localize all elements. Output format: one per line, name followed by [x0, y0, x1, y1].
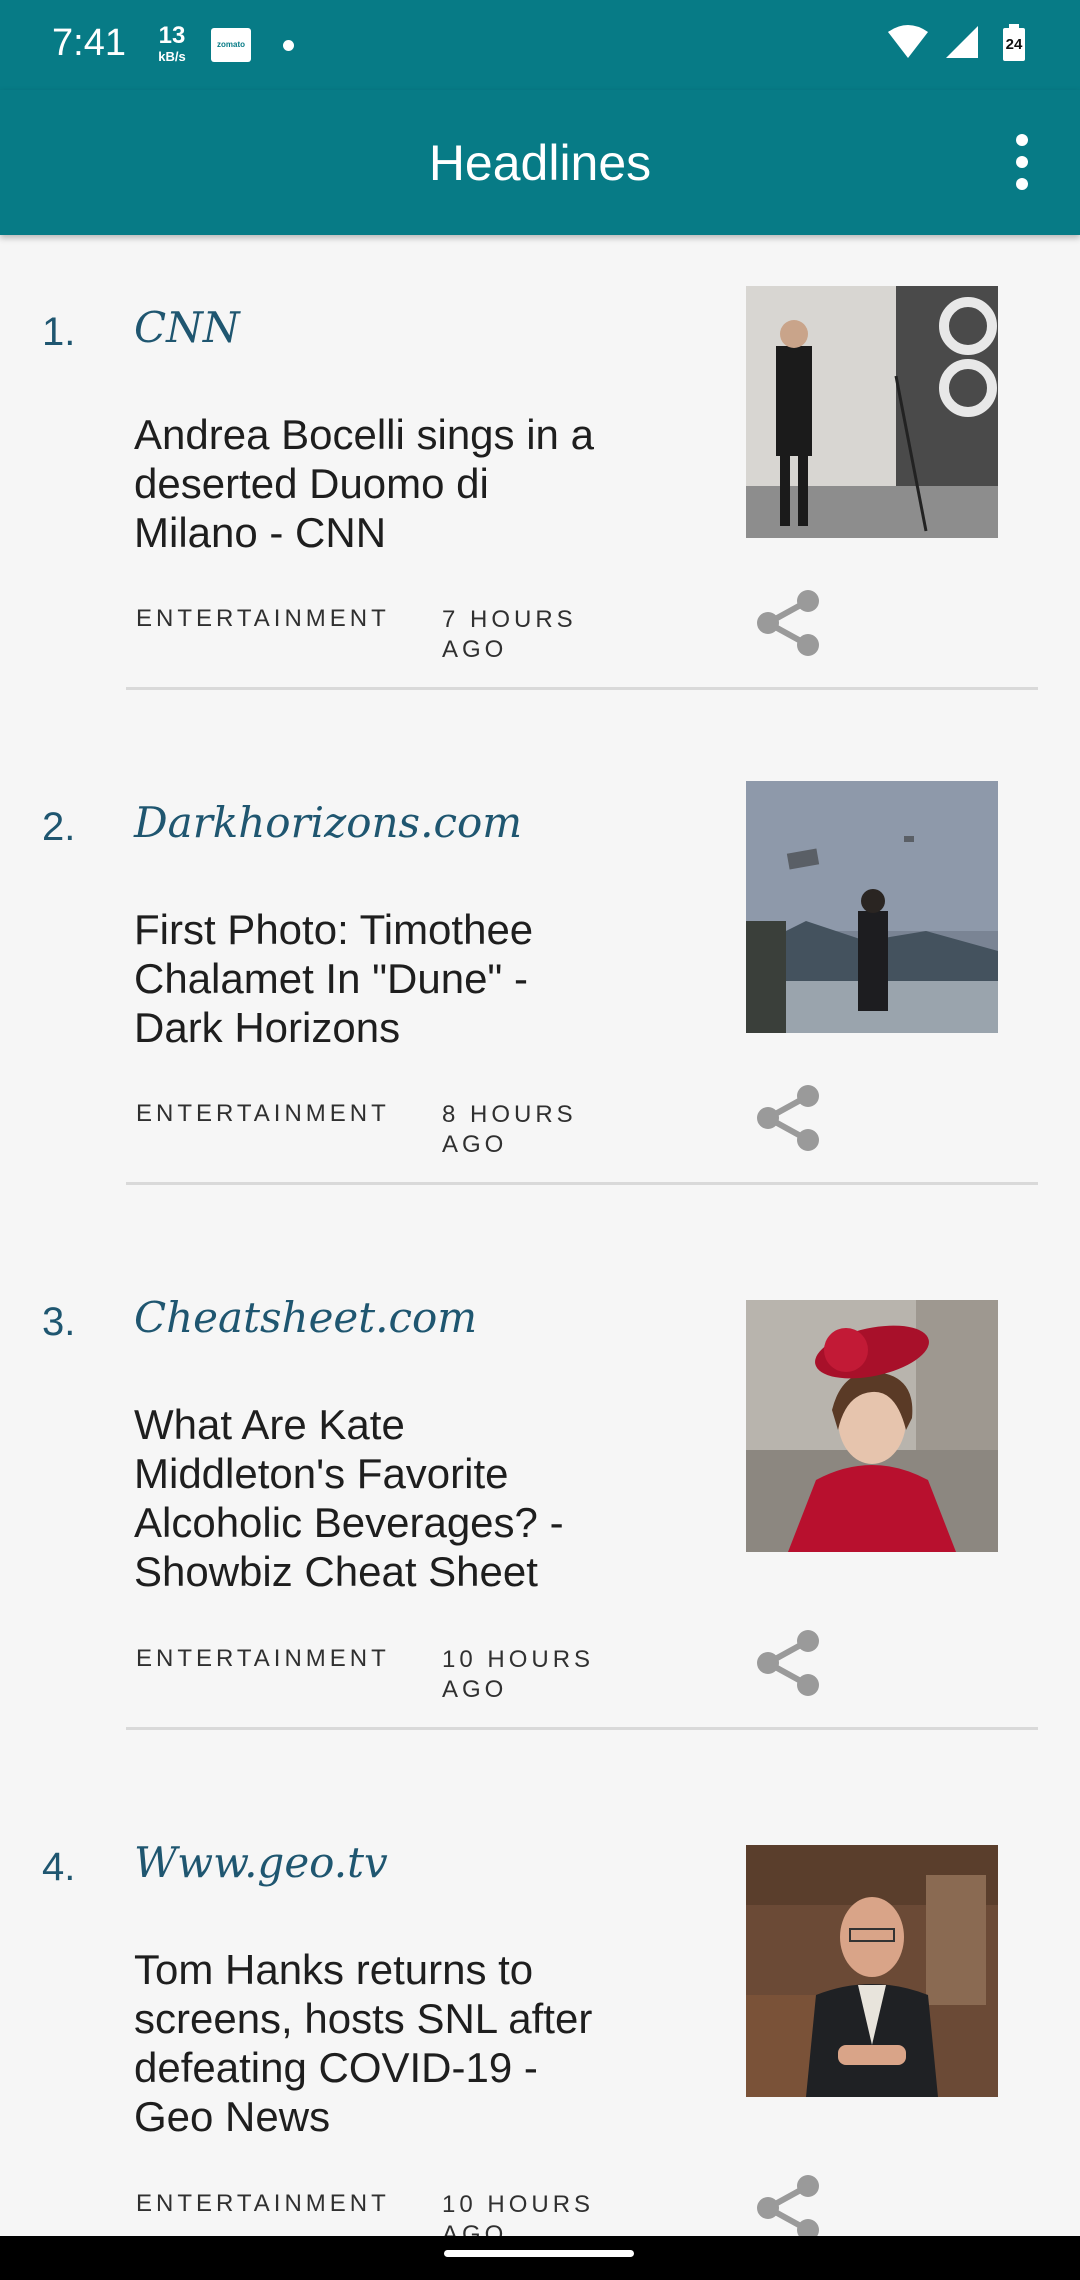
share-icon[interactable] — [752, 1627, 824, 1699]
signal-icon — [946, 26, 978, 58]
article-index: 1. — [42, 310, 76, 354]
article-thumbnail[interactable] — [746, 1845, 998, 2097]
article-category: ENTERTAINMENT — [136, 1645, 390, 1672]
article-thumbnail[interactable] — [746, 286, 998, 538]
network-speed-unit: kB/s — [158, 49, 186, 64]
article-title[interactable]: Tom Hanks returns to screens, hosts SNL … — [134, 1945, 624, 2141]
home-gesture-handle[interactable] — [444, 2250, 634, 2257]
article-category: ENTERTAINMENT — [136, 1100, 390, 1127]
article-category: ENTERTAINMENT — [136, 605, 390, 632]
article-time: 10 HOURS AGO — [442, 1646, 595, 1703]
article-source: Darkhorizons.com — [134, 798, 523, 847]
list-item[interactable]: 4. Www.geo.tv Tom Hanks returns to scree… — [0, 1770, 1080, 2236]
article-index: 4. — [42, 1845, 76, 1889]
network-speed-value: 13 — [158, 22, 186, 49]
battery-level: 24 — [1005, 36, 1023, 53]
status-bar: 7:41 13 kB/s zomato 24 — [0, 0, 1080, 90]
article-time: 8 HOURS AGO — [442, 1101, 577, 1158]
article-title[interactable]: Andrea Bocelli sings in a deserted Duomo… — [134, 410, 624, 557]
article-thumbnail[interactable] — [746, 1300, 998, 1552]
network-speed: 13 kB/s — [154, 22, 190, 64]
share-icon[interactable] — [752, 587, 824, 659]
article-title[interactable]: First Photo: Timothee Chalamet In "Dune"… — [134, 905, 624, 1052]
wifi-icon — [888, 25, 928, 58]
more-vert-icon[interactable] — [1010, 134, 1034, 190]
list-item[interactable]: 1. CNN Andrea Bocelli sings in a deserte… — [0, 235, 1080, 690]
navigation-bar — [0, 2236, 1080, 2280]
share-icon[interactable] — [752, 1082, 824, 1154]
divider — [126, 687, 1038, 690]
notification-dot-icon — [283, 40, 294, 51]
app-bar: Headlines — [0, 90, 1080, 235]
share-icon[interactable] — [752, 2172, 824, 2236]
divider — [126, 1182, 1038, 1185]
zomato-notification-icon: zomato — [211, 28, 251, 62]
list-item[interactable]: 2. Darkhorizons.com First Photo: Timothe… — [0, 730, 1080, 1185]
article-index: 3. — [42, 1300, 76, 1344]
article-source: CNN — [134, 303, 240, 352]
article-source: Www.geo.tv — [134, 1838, 388, 1887]
article-title[interactable]: What Are Kate Middleton's Favorite Alcoh… — [134, 1400, 624, 1596]
divider — [126, 1727, 1038, 1730]
battery-icon: 24 — [1002, 24, 1026, 62]
list-item[interactable]: 3. Cheatsheet.com What Are Kate Middleto… — [0, 1225, 1080, 1730]
article-time: 7 HOURS AGO — [442, 606, 577, 663]
article-index: 2. — [42, 805, 76, 849]
page-title: Headlines — [428, 135, 652, 191]
status-time: 7:41 — [52, 22, 126, 64]
article-category: ENTERTAINMENT — [136, 2190, 390, 2217]
article-time: 10 HOURS AGO — [442, 2191, 595, 2236]
article-source: Cheatsheet.com — [134, 1293, 478, 1342]
article-thumbnail[interactable] — [746, 781, 998, 1033]
